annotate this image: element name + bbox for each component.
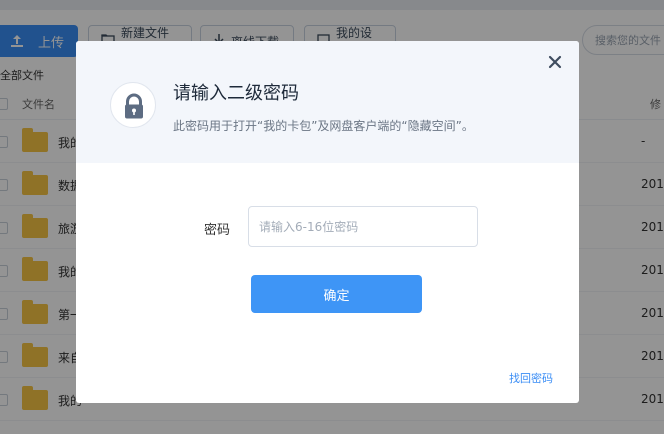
dialog-header: 请输入二级密码 此密码用于打开“我的卡包”及网盘客户端的“隐藏空间”。 (76, 41, 579, 163)
close-icon[interactable] (548, 54, 562, 69)
password-label: 密码 (204, 223, 231, 238)
second-password-dialog: 请输入二级密码 此密码用于打开“我的卡包”及网盘客户端的“隐藏空间”。 密码 确… (76, 41, 579, 403)
dialog-title: 请输入二级密码 (173, 83, 299, 104)
lock-icon (110, 82, 156, 128)
password-input[interactable] (248, 206, 478, 247)
confirm-label: 确定 (323, 288, 350, 304)
dialog-description: 此密码用于打开“我的卡包”及网盘客户端的“隐藏空间”。 (173, 119, 474, 133)
forgot-password-link[interactable]: 找回密码 (509, 370, 553, 386)
confirm-button[interactable]: 确定 (251, 275, 422, 313)
